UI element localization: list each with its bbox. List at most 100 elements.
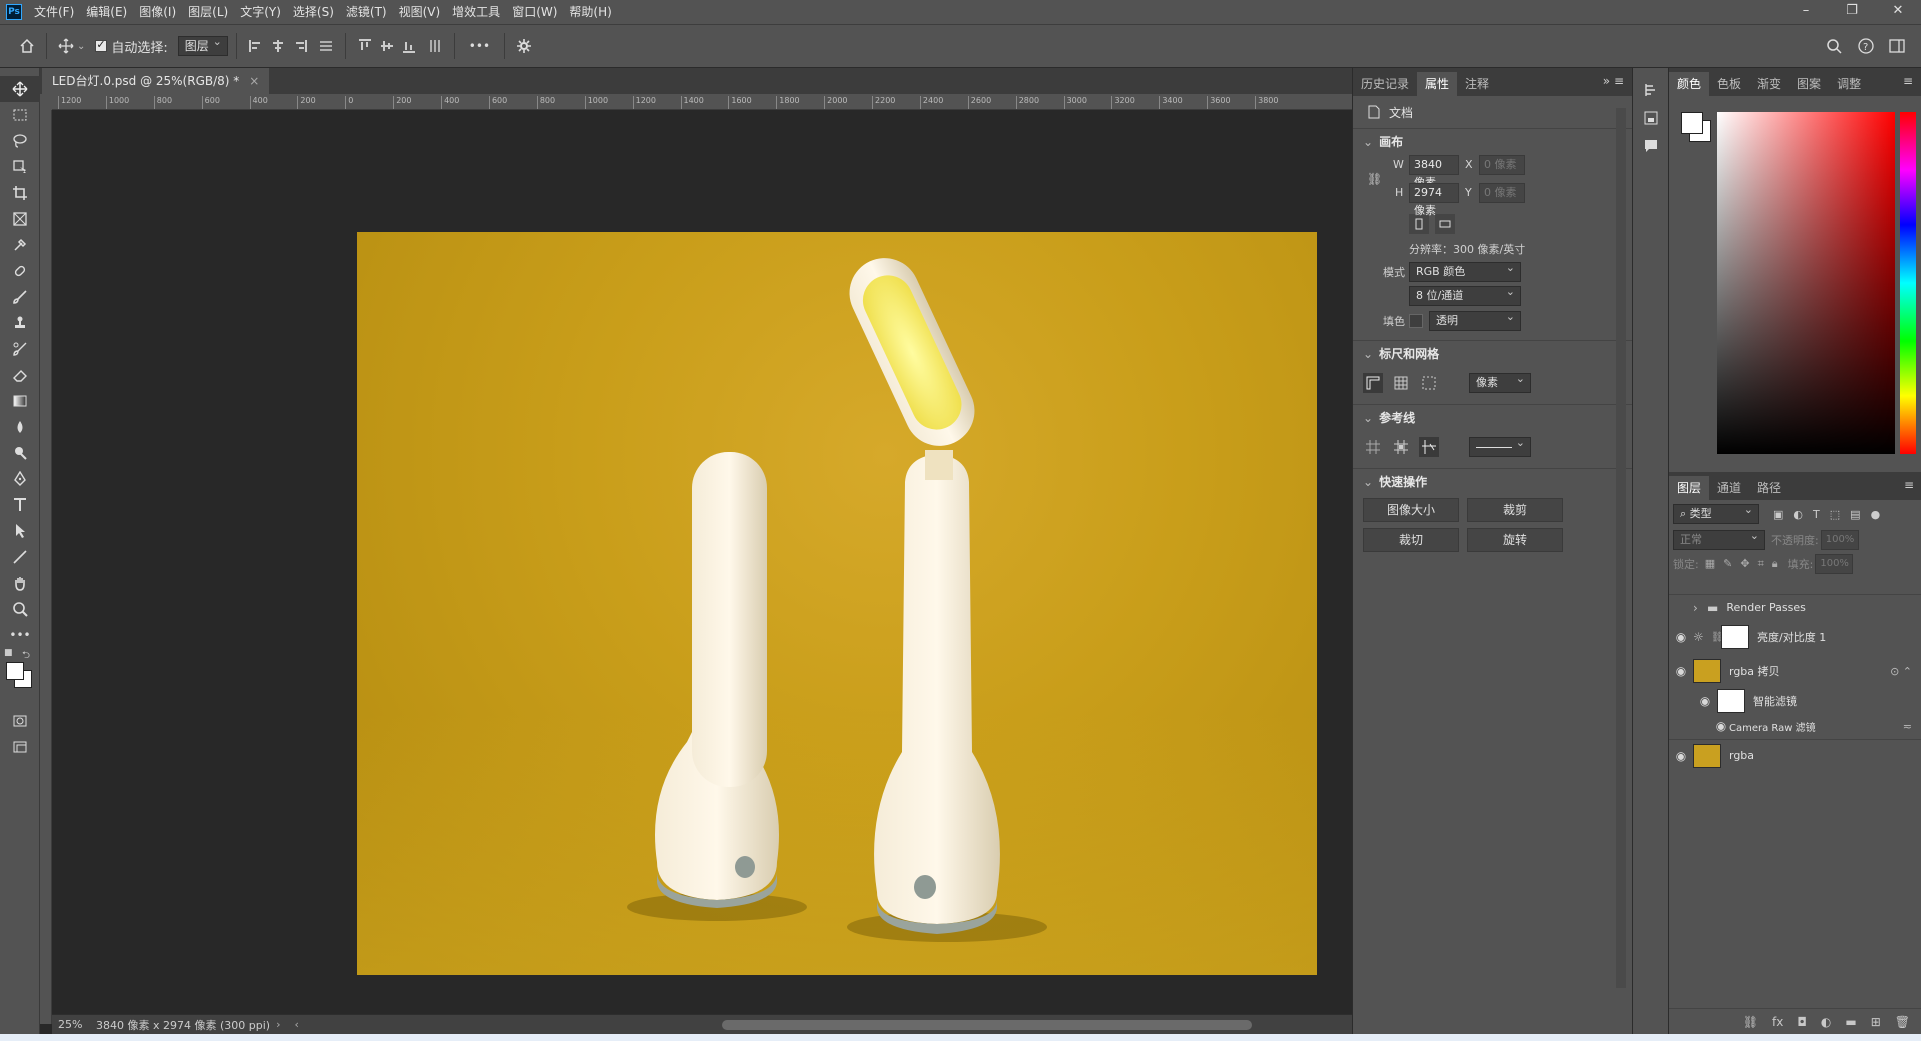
tab-adjustments[interactable]: 调整: [1829, 72, 1869, 96]
x-field[interactable]: 0 像素: [1479, 155, 1525, 175]
menu-file[interactable]: 文件(F): [28, 0, 80, 24]
menu-filter[interactable]: 滤镜(T): [340, 0, 393, 24]
height-field[interactable]: 2974 像素: [1409, 183, 1459, 217]
vertical-ruler[interactable]: [40, 110, 52, 1024]
more-options-icon[interactable]: •••: [463, 39, 496, 53]
menu-plugins[interactable]: 增效工具: [446, 0, 506, 24]
menu-edit[interactable]: 编辑(E): [80, 0, 133, 24]
eraser-icon[interactable]: [0, 362, 40, 388]
image-size-button[interactable]: 图像大小: [1363, 498, 1459, 522]
menu-select[interactable]: 选择(S): [287, 0, 340, 24]
default-colors-icon[interactable]: ■: [4, 648, 13, 658]
mode-dropdown[interactable]: RGB 颜色: [1409, 259, 1521, 282]
menu-type[interactable]: 文字(Y): [234, 0, 287, 24]
properties-panel-icon[interactable]: [1633, 104, 1669, 132]
line-tool-icon[interactable]: [0, 544, 40, 570]
eye-icon[interactable]: ◉: [1669, 749, 1693, 763]
adjustment-layer-icon[interactable]: ◐: [1821, 1015, 1831, 1029]
type-tool-icon[interactable]: [0, 492, 40, 518]
blend-mode-dropdown[interactable]: 正常: [1673, 527, 1765, 550]
tab-notes[interactable]: 注释: [1457, 72, 1497, 96]
zoom-level[interactable]: 25%: [52, 1018, 92, 1031]
tab-layers[interactable]: 图层: [1669, 476, 1710, 500]
pixel-grid-icon[interactable]: [1419, 373, 1439, 393]
horizontal-scrollbar[interactable]: [722, 1020, 1252, 1030]
marquee-tool-icon[interactable]: [0, 102, 40, 128]
hue-slider[interactable]: [1900, 112, 1916, 454]
layer-thumbnail[interactable]: [1693, 743, 1721, 768]
workspace-icon[interactable]: [1887, 35, 1909, 57]
tab-channels[interactable]: 通道: [1709, 476, 1749, 500]
grid-toggle-icon[interactable]: [1391, 373, 1411, 393]
pen-tool-icon[interactable]: [0, 466, 40, 492]
path-selection-icon[interactable]: [0, 518, 40, 544]
layer-row-render-passes[interactable]: › ▬ Render Passes: [1669, 594, 1921, 620]
brush-tool-icon[interactable]: [0, 284, 40, 310]
lasso-tool-icon[interactable]: [0, 128, 40, 154]
tab-gradients[interactable]: 渐变: [1749, 72, 1789, 96]
comments-panel-icon[interactable]: [1633, 132, 1669, 160]
lock-artboard-icon[interactable]: ⌗: [1758, 557, 1764, 571]
document-image[interactable]: [357, 232, 1317, 975]
layer-row-rgba-copy[interactable]: ◉ rgba 拷贝 ⊙ ⌃: [1669, 655, 1921, 687]
move-tool-icon[interactable]: [55, 35, 77, 57]
close-tab-icon[interactable]: ×: [249, 68, 259, 94]
link-icon[interactable]: ⛓: [1367, 172, 1382, 186]
help-icon[interactable]: ?: [1855, 35, 1877, 57]
color-panel-menu-icon[interactable]: ≡: [1903, 74, 1913, 88]
smart-guides-icon[interactable]: [1419, 437, 1439, 457]
auto-select-option[interactable]: 自动选择:: [95, 37, 168, 56]
eye-icon[interactable]: ◉: [1693, 694, 1717, 708]
menu-image[interactable]: 图像(I): [133, 0, 182, 24]
frame-tool-icon[interactable]: [0, 206, 40, 232]
align-left-icon[interactable]: [245, 35, 267, 57]
eye-icon[interactable]: ◉: [1669, 630, 1693, 644]
dodge-tool-icon[interactable]: [0, 440, 40, 466]
document-info[interactable]: 3840 像素 x 2974 像素 (300 ppi): [92, 1017, 270, 1033]
eye-icon[interactable]: ◉: [1713, 719, 1729, 733]
color-foreground-swatch[interactable]: [1681, 112, 1703, 134]
smart-object-icon[interactable]: ⊙ ⌃: [1890, 665, 1912, 678]
tab-history[interactable]: 历史记录: [1353, 72, 1417, 96]
minimize-button[interactable]: –: [1783, 0, 1829, 24]
filter-pixel-icon[interactable]: ▣: [1773, 508, 1783, 521]
fill-dropdown[interactable]: 透明: [1429, 308, 1521, 331]
search-icon[interactable]: [1823, 35, 1845, 57]
layer-filter-dropdown[interactable]: ⌕ 类型: [1673, 501, 1759, 524]
rotate-button[interactable]: 旋转: [1467, 528, 1563, 552]
blur-tool-icon[interactable]: [0, 414, 40, 440]
tab-patterns[interactable]: 图案: [1789, 72, 1829, 96]
fx-icon[interactable]: fx: [1772, 1015, 1783, 1029]
crop-tool-icon[interactable]: [0, 180, 40, 206]
ruler-unit-dropdown[interactable]: 像素: [1469, 370, 1531, 393]
layer-thumbnail[interactable]: [1693, 659, 1721, 683]
guide-style-dropdown[interactable]: [1469, 434, 1531, 457]
opacity-field[interactable]: 100%: [1820, 530, 1859, 550]
trash-icon[interactable]: 🗑︎: [1895, 1015, 1910, 1029]
layer-row-camera-raw[interactable]: ◉ Camera Raw 滤镜 ≂: [1669, 715, 1921, 737]
tab-swatches[interactable]: 色板: [1709, 72, 1749, 96]
add-guide-icon[interactable]: [1391, 437, 1411, 457]
layer-mask-thumbnail[interactable]: [1721, 625, 1749, 649]
chevron-right-icon[interactable]: ›: [276, 1018, 280, 1031]
y-field[interactable]: 0 像素: [1479, 183, 1525, 203]
rulers-section-header[interactable]: ⌄ 标尺和网格: [1353, 340, 1632, 366]
horizontal-ruler[interactable]: 1200 1000 800 600 400 200 0 200 400 600 800 1000 120…: [52, 94, 1352, 110]
layer-row-rgba[interactable]: ◉ rgba: [1669, 739, 1921, 771]
new-group-icon[interactable]: ▬: [1845, 1015, 1856, 1029]
close-window-button[interactable]: ✕: [1875, 0, 1921, 24]
menu-help[interactable]: 帮助(H): [563, 0, 617, 24]
history-brush-icon[interactable]: [0, 336, 40, 362]
object-selection-icon[interactable]: [0, 154, 40, 180]
filter-shape-icon[interactable]: ⬚: [1830, 508, 1840, 521]
lock-all-icon[interactable]: 🔒︎: [1772, 557, 1778, 571]
foreground-color-swatch[interactable]: [6, 662, 24, 680]
width-field[interactable]: 3840 像素: [1409, 155, 1459, 189]
screen-mode-icon[interactable]: [0, 734, 40, 760]
filter-type-icon[interactable]: T: [1813, 508, 1820, 521]
filter-options-icon[interactable]: ≂: [1903, 720, 1912, 733]
gear-icon[interactable]: [513, 35, 535, 57]
chevron-right-icon[interactable]: ›: [1693, 601, 1707, 615]
chevron-down-icon[interactable]: ⌄: [77, 41, 85, 52]
chevron-left-icon[interactable]: ‹: [294, 1018, 298, 1031]
